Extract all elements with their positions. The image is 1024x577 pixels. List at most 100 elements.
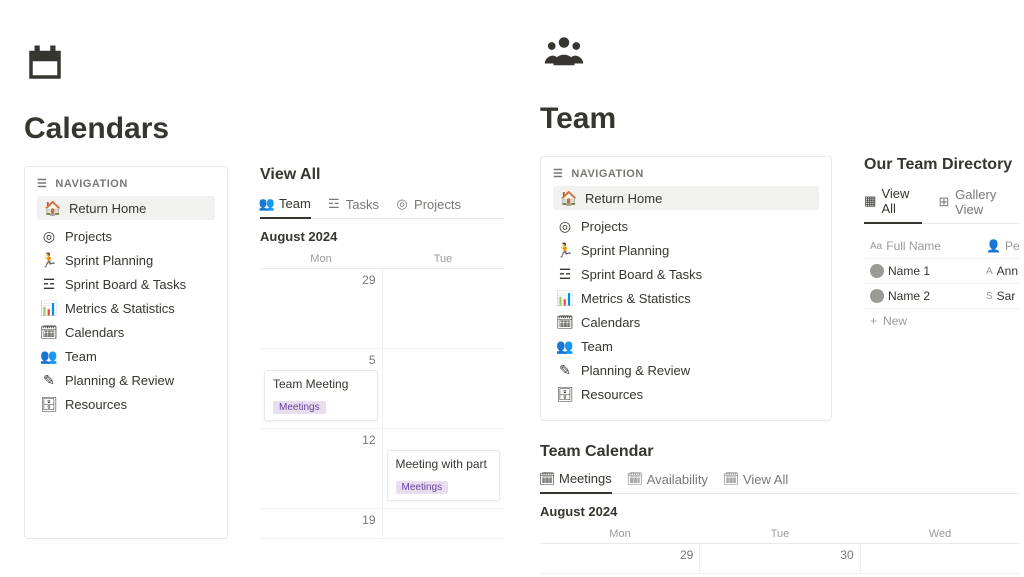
calendar-cell[interactable]: 30 xyxy=(700,544,860,573)
nav-resources[interactable]: 🗄Resources xyxy=(37,392,215,416)
col-full-name[interactable]: AaFull Name xyxy=(864,234,980,258)
nav-metrics[interactable]: 📊Metrics & Statistics xyxy=(553,286,819,310)
directory-heading: Our Team Directory xyxy=(864,156,1020,174)
calendar-icon xyxy=(24,42,66,84)
list-icon: ☲ xyxy=(557,266,573,282)
pencil-icon: ✎ xyxy=(557,362,573,378)
view-all-heading: View All xyxy=(260,166,504,184)
nav-metrics[interactable]: 📊Metrics & Statistics xyxy=(37,296,215,320)
calendar-view: View All 👥Team ☲Tasks ◎Projects August 2… xyxy=(260,166,504,539)
tab-tasks[interactable]: ☲Tasks xyxy=(327,196,379,218)
avatar-icon xyxy=(870,264,884,278)
day-header-mon: Mon xyxy=(260,250,382,268)
nav-projects[interactable]: ◎Projects xyxy=(553,214,819,238)
nav-team[interactable]: 👥Team xyxy=(37,344,215,368)
nav-projects[interactable]: ◎Projects xyxy=(37,224,215,248)
people-icon: 👥 xyxy=(260,197,274,211)
navigation-box: ☰ NAVIGATION 🏠 Return Home ◎Projects 🏃Sp… xyxy=(24,166,228,539)
calendar-cell[interactable] xyxy=(383,349,505,428)
tab-availability[interactable]: 🗓Availability xyxy=(628,471,708,493)
team-calendar-tabs: 🗓Meetings 🗓Availability 🗓View All xyxy=(540,471,1020,494)
archive-icon: 🗄 xyxy=(41,396,57,412)
calendar-cell[interactable]: 19 xyxy=(260,509,383,538)
target-icon: ◎ xyxy=(41,228,57,244)
day-header-tue: Tue xyxy=(700,525,860,543)
menu-icon: ☰ xyxy=(37,177,47,190)
calendar-body: 29 5 Team Meeting Meetings xyxy=(260,268,504,539)
home-icon: 🏠 xyxy=(561,190,577,206)
nav-sprint-board[interactable]: ☲Sprint Board & Tasks xyxy=(553,262,819,286)
tab-projects[interactable]: ◎Projects xyxy=(395,196,461,218)
nav-sprint-board[interactable]: ☲Sprint Board & Tasks xyxy=(37,272,215,296)
nav-resources[interactable]: 🗄Resources xyxy=(553,382,819,406)
gallery-icon: ⊞ xyxy=(938,195,950,209)
calendar-tabs: 👥Team ☲Tasks ◎Projects xyxy=(260,196,504,219)
plus-icon: + xyxy=(870,314,877,328)
navigation-heading: ☰ NAVIGATION xyxy=(37,177,215,190)
running-icon: 🏃 xyxy=(557,242,573,258)
nav-team[interactable]: 👥Team xyxy=(553,334,819,358)
month-label: August 2024 xyxy=(260,229,504,244)
event-tag: Meetings xyxy=(396,481,449,494)
team-panel: Team ☰ NAVIGATION 🏠 Return Home ◎Project… xyxy=(540,32,1020,574)
tab-meetings[interactable]: 🗓Meetings xyxy=(540,471,612,494)
home-icon: 🏠 xyxy=(45,200,61,216)
nav-sprint-planning[interactable]: 🏃Sprint Planning xyxy=(553,238,819,262)
nav-planning-review[interactable]: ✎Planning & Review xyxy=(37,368,215,392)
calendar-cell[interactable]: 29 xyxy=(260,269,383,348)
calendar-body: 29 30 xyxy=(540,543,1020,574)
calendar-small-icon: 🗓 xyxy=(41,324,57,340)
page-title: Team xyxy=(540,102,1020,136)
calendar-cell[interactable]: 5 Team Meeting Meetings xyxy=(260,349,383,428)
navigation-heading: ☰ NAVIGATION xyxy=(553,167,819,180)
tab-team[interactable]: 👥Team xyxy=(260,196,311,219)
table-row[interactable]: Name 1 AAnn xyxy=(864,259,1020,284)
tab-gallery-view[interactable]: ⊞Gallery View xyxy=(938,186,1020,223)
calendar-small-icon: 🗓 xyxy=(724,472,738,486)
running-icon: 🏃 xyxy=(41,252,57,268)
nav-return-home[interactable]: 🏠 Return Home xyxy=(37,196,215,220)
directory-tabs: ▦View All ⊞Gallery View xyxy=(864,186,1020,224)
table-icon: ▦ xyxy=(864,194,876,208)
event-title: Team Meeting xyxy=(273,377,369,391)
calendar-cell[interactable] xyxy=(383,269,505,348)
calendar-small-icon: 🗓 xyxy=(628,472,642,486)
event-title: Meeting with part xyxy=(396,457,492,471)
target-icon: ◎ xyxy=(395,197,409,211)
directory-table: AaFull Name 👤Pers Name 1 AAnn Name 2 SSa… xyxy=(864,234,1020,333)
tab-view-all[interactable]: 🗓View All xyxy=(724,471,788,493)
calendar-cell[interactable]: 29 xyxy=(540,544,700,573)
menu-icon: ☰ xyxy=(553,167,563,180)
day-header-mon: Mon xyxy=(540,525,700,543)
calendar-cell[interactable] xyxy=(383,509,505,538)
avatar-icon xyxy=(870,289,884,303)
event-card[interactable]: Team Meeting Meetings xyxy=(264,370,378,421)
list-icon: ☲ xyxy=(41,276,57,292)
team-calendar-heading: Team Calendar xyxy=(540,443,1020,461)
archive-icon: 🗄 xyxy=(557,386,573,402)
nav-planning-review[interactable]: ✎Planning & Review xyxy=(553,358,819,382)
calendar-cell[interactable]: Meeting with part Meetings xyxy=(383,429,505,508)
table-row[interactable]: Name 2 SSar xyxy=(864,284,1020,309)
calendar-header: Mon Tue xyxy=(260,250,504,268)
chart-icon: 📊 xyxy=(41,300,57,316)
calendar-header: Mon Tue Wed xyxy=(540,525,1020,543)
col-person[interactable]: 👤Pers xyxy=(980,234,1020,258)
calendar-cell[interactable] xyxy=(861,544,1020,573)
page-title: Calendars xyxy=(24,112,504,146)
team-icon: 👥 xyxy=(557,338,573,354)
nav-return-home[interactable]: 🏠 Return Home xyxy=(553,186,819,210)
calendar-small-icon: 🗓 xyxy=(557,314,573,330)
checklist-icon: ☲ xyxy=(327,197,341,211)
calendar-cell[interactable]: 12 xyxy=(260,429,383,508)
tab-view-all[interactable]: ▦View All xyxy=(864,186,922,224)
nav-calendars[interactable]: 🗓Calendars xyxy=(37,320,215,344)
nav-sprint-planning[interactable]: 🏃Sprint Planning xyxy=(37,248,215,272)
nav-calendars[interactable]: 🗓Calendars xyxy=(553,310,819,334)
navigation-box: ☰ NAVIGATION 🏠 Return Home ◎Projects 🏃Sp… xyxy=(540,156,832,421)
event-card[interactable]: Meeting with part Meetings xyxy=(387,450,501,501)
person-icon: 👤 xyxy=(986,239,1001,253)
calendars-panel: Calendars ☰ NAVIGATION 🏠 Return Home ◎Pr… xyxy=(24,42,504,539)
add-new-row[interactable]: +New xyxy=(864,309,1020,333)
day-header-tue: Tue xyxy=(382,250,504,268)
